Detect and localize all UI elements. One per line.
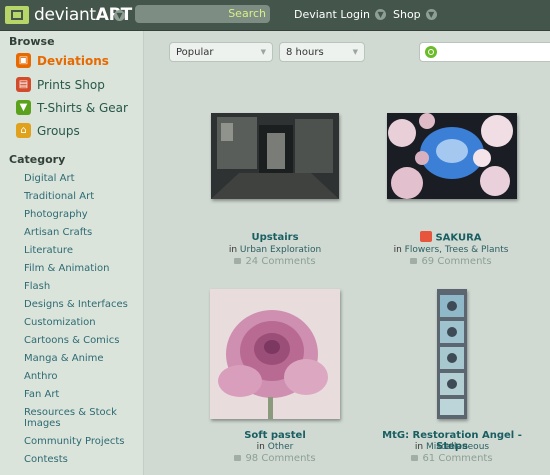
sidebar-item-label: Deviations bbox=[37, 53, 109, 68]
category-link-artisan-crafts[interactable]: Artisan Crafts bbox=[24, 227, 129, 238]
top-bar: deviantART ▼ Search Deviant Login ▼ Shop… bbox=[0, 0, 550, 31]
deviation-thumbnail[interactable] bbox=[210, 289, 340, 419]
tshirt-icon: ▼ bbox=[16, 100, 31, 115]
category-link[interactable]: Miscellaneous bbox=[426, 442, 489, 452]
deviation-category: in Flowers, Trees & Plants bbox=[393, 245, 509, 255]
category-link-contests[interactable]: Contests bbox=[24, 454, 129, 465]
badge-icon bbox=[420, 231, 433, 242]
sort-select[interactable]: Popular ▼ bbox=[169, 42, 273, 62]
soft-pastel-image bbox=[210, 289, 340, 419]
category-link[interactable]: Other bbox=[268, 442, 294, 452]
deviant-login-link[interactable]: Deviant Login ▼ bbox=[294, 8, 387, 21]
deviation-comments[interactable]: 61 Comments bbox=[367, 453, 537, 464]
deviantart-logo[interactable]: deviantART bbox=[5, 5, 132, 25]
sidebar-item-tshirts[interactable]: ▼ T-Shirts & Gear bbox=[16, 100, 128, 115]
category-link[interactable]: Urban Exploration bbox=[240, 245, 321, 255]
category-link-resources-stock[interactable]: Resources & Stock Images bbox=[24, 407, 129, 429]
deviation-title[interactable]: Upstairs bbox=[190, 232, 360, 243]
groups-icon: ⌂ bbox=[16, 123, 31, 138]
sakura-image bbox=[387, 113, 517, 199]
comment-icon bbox=[234, 258, 242, 264]
shop-label: Shop bbox=[393, 8, 421, 21]
menu-chevron-icon[interactable]: ▼ bbox=[114, 10, 125, 21]
comment-icon bbox=[234, 455, 242, 461]
deviation-comments[interactable]: 69 Comments bbox=[366, 256, 536, 267]
deviation-thumbnail[interactable] bbox=[211, 113, 339, 199]
deviation-thumbnail[interactable] bbox=[387, 113, 517, 199]
sort-select-value: Popular bbox=[176, 46, 214, 58]
deviation-category: in Miscellaneous bbox=[414, 442, 490, 452]
chevron-down-icon: ▼ bbox=[260, 48, 266, 56]
category-link-literature[interactable]: Literature bbox=[24, 245, 129, 256]
sidebar-item-deviations[interactable]: ▣ Deviations bbox=[16, 53, 109, 68]
comment-icon bbox=[410, 258, 418, 264]
category-link-community-projects[interactable]: Community Projects bbox=[24, 436, 129, 447]
category-link-customization[interactable]: Customization bbox=[24, 317, 129, 328]
deviation-category: in Urban Exploration bbox=[228, 245, 322, 255]
sidebar-item-label: T-Shirts & Gear bbox=[37, 100, 128, 115]
category-link-traditional-art[interactable]: Traditional Art bbox=[24, 191, 129, 202]
deviation-thumbnail[interactable] bbox=[437, 289, 467, 419]
search-button[interactable]: Search bbox=[228, 7, 266, 20]
browse-heading: Browse bbox=[9, 35, 55, 48]
deviation-comments[interactable]: 24 Comments bbox=[190, 256, 360, 267]
category-link-film-animation[interactable]: Film & Animation bbox=[24, 263, 129, 274]
logo-icon bbox=[5, 6, 29, 24]
upstairs-image bbox=[211, 113, 339, 199]
deviation-comments[interactable]: 98 Comments bbox=[190, 453, 360, 464]
time-range-select[interactable]: 8 hours ▼ bbox=[279, 42, 365, 62]
category-link-designs-interfaces[interactable]: Designs & Interfaces bbox=[24, 299, 129, 310]
chevron-down-icon: ▼ bbox=[352, 48, 358, 56]
category-heading: Category bbox=[9, 153, 66, 166]
restoration-angel-image bbox=[437, 289, 467, 419]
deviation-title[interactable]: Soft pastel bbox=[190, 430, 360, 441]
search-input[interactable]: Search bbox=[135, 5, 270, 23]
search-icon bbox=[425, 46, 437, 58]
category-link-fan-art[interactable]: Fan Art bbox=[24, 389, 129, 400]
chevron-down-icon: ▼ bbox=[425, 9, 437, 20]
category-link-manga-anime[interactable]: Manga & Anime bbox=[24, 353, 129, 364]
sidebar-item-label: Prints Shop bbox=[37, 77, 105, 92]
category-link-anthro[interactable]: Anthro bbox=[24, 371, 129, 382]
sidebar-item-label: Groups bbox=[37, 123, 80, 138]
time-select-value: 8 hours bbox=[286, 46, 324, 58]
shop-link[interactable]: Shop ▼ bbox=[393, 8, 437, 21]
comment-icon bbox=[411, 455, 419, 461]
filter-search-input[interactable] bbox=[419, 42, 550, 62]
sidebar-item-groups[interactable]: ⌂ Groups bbox=[16, 123, 80, 138]
chevron-down-icon: ▼ bbox=[375, 9, 387, 20]
category-link-flash[interactable]: Flash bbox=[24, 281, 129, 292]
sidebar-item-prints-shop[interactable]: ▤ Prints Shop bbox=[16, 77, 105, 92]
category-link[interactable]: Flowers, Trees & Plants bbox=[405, 245, 509, 255]
deviation-title[interactable]: SAKURA bbox=[366, 231, 536, 244]
category-link-cartoons-comics[interactable]: Cartoons & Comics bbox=[24, 335, 129, 346]
deviation-category: in Other bbox=[256, 442, 294, 452]
category-link-digital-art[interactable]: Digital Art bbox=[24, 173, 129, 184]
deviations-icon: ▣ bbox=[16, 53, 31, 68]
prints-icon: ▤ bbox=[16, 77, 31, 92]
login-label: Deviant Login bbox=[294, 8, 371, 21]
sidebar: Browse ▣ Deviations ▤ Prints Shop ▼ T-Sh… bbox=[0, 31, 144, 475]
category-link-photography[interactable]: Photography bbox=[24, 209, 129, 220]
main-content: Popular ▼ 8 hours ▼ Upstairs in Urban Ex… bbox=[144, 31, 550, 475]
